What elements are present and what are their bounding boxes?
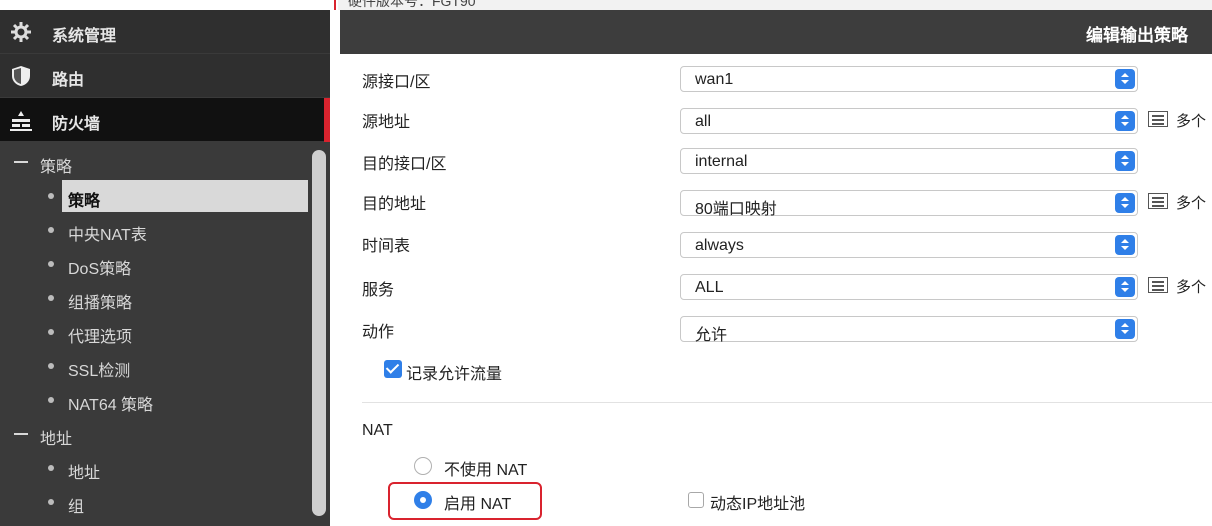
bullet-icon [48, 363, 54, 369]
select-value: all [695, 113, 712, 130]
sub-item-proxy-options[interactable]: 代理选项 [0, 316, 308, 350]
bullet-icon [48, 193, 54, 199]
select-value: 80端口映射 [695, 201, 777, 218]
no-nat-label: 不使用 NAT [444, 462, 528, 479]
sidebar: 系统管理 路由 防火墙 策略 策略 中央NAT表 DoS策略 组播策略 代理选项… [0, 10, 330, 526]
bullet-icon [48, 465, 54, 471]
nav-label: 系统管理 [52, 28, 117, 45]
bullet-icon [48, 295, 54, 301]
sub-item-central-nat[interactable]: 中央NAT表 [0, 214, 308, 248]
sub-label: 组播策略 [68, 295, 133, 312]
select-arrow-icon [1115, 277, 1135, 297]
top-accent-bar [334, 0, 336, 10]
sub-label: 策略 [68, 193, 101, 210]
bullet-icon [48, 499, 54, 505]
source-address-select[interactable]: all [680, 108, 1138, 134]
field-label-schedule: 时间表 [362, 238, 411, 255]
field-label-dest-address: 目的地址 [362, 196, 427, 213]
select-value: always [695, 237, 744, 254]
nav-router[interactable]: 路由 [0, 54, 330, 98]
select-arrow-icon [1115, 111, 1135, 131]
field-label-source-interface: 源接口/区 [362, 74, 431, 91]
sub-label: 组 [68, 499, 85, 516]
field-label-service: 服务 [362, 282, 395, 299]
nav-label: 防火墙 [52, 116, 101, 133]
sub-group-policy[interactable]: 策略 [0, 146, 308, 180]
dynamic-ip-pool-checkbox[interactable] [688, 492, 704, 508]
sub-label: NAT64 策略 [68, 397, 154, 414]
multi-label: 多个 [1176, 279, 1207, 296]
sub-item-address[interactable]: 地址 [0, 452, 308, 486]
select-arrow-icon [1115, 151, 1135, 171]
collapse-icon [14, 433, 28, 435]
schedule-select[interactable]: always [680, 232, 1138, 258]
sub-group-address[interactable]: 地址 [0, 418, 308, 452]
nav-firewall[interactable]: 防火墙 [0, 98, 330, 142]
list-icon [1148, 277, 1168, 293]
service-select[interactable]: ALL [680, 274, 1138, 300]
sub-label: SSL检测 [68, 363, 131, 380]
bullet-icon [48, 261, 54, 267]
field-label-source-address: 源地址 [362, 114, 411, 131]
log-allowed-checkbox[interactable] [384, 360, 402, 378]
dest-address-select[interactable]: 80端口映射 [680, 190, 1138, 218]
select-value: wan1 [695, 71, 734, 88]
page-title: 编辑输出策略 [1086, 26, 1188, 45]
list-icon [1148, 111, 1168, 127]
list-icon [1148, 193, 1168, 209]
top-strip: 硬件版本号：FGT90 [0, 0, 1212, 10]
multi-label: 多个 [1176, 195, 1207, 212]
sub-item-policy[interactable]: 策略 [0, 180, 308, 214]
select-value: 允许 [695, 327, 728, 344]
divider [362, 402, 1212, 403]
nav-label: 路由 [52, 72, 85, 89]
sub-label: 地址 [68, 465, 101, 482]
field-label-dest-interface: 目的接口/区 [362, 156, 447, 173]
select-value: ALL [695, 279, 724, 296]
sidebar-scrollbar[interactable] [312, 150, 326, 516]
enable-nat-label: 启用 NAT [444, 496, 512, 513]
header-bar: 编辑输出策略 [340, 10, 1212, 54]
select-arrow-icon [1115, 319, 1135, 339]
active-indicator [324, 98, 330, 142]
sub-item-multicast-policy[interactable]: 组播策略 [0, 282, 308, 316]
sub-item-nat64-policy[interactable]: NAT64 策略 [0, 384, 308, 418]
log-allowed-label: 记录允许流量 [406, 366, 503, 383]
bullet-icon [48, 329, 54, 335]
bullet-icon [48, 227, 54, 233]
shield-icon [12, 66, 30, 86]
main-panel: 编辑输出策略 源接口/区 wan1 源地址 all 多个 目的接口/区 inte… [340, 10, 1212, 526]
nav-system-admin[interactable]: 系统管理 [0, 10, 330, 54]
action-select[interactable]: 允许 [680, 316, 1138, 344]
sub-label: 地址 [40, 431, 73, 448]
sub-item-ssl-inspection[interactable]: SSL检测 [0, 350, 308, 384]
no-nat-radio[interactable] [414, 457, 432, 475]
firewall-icon [10, 111, 32, 131]
firewall-submenu: 策略 策略 中央NAT表 DoS策略 组播策略 代理选项 SSL检测 NAT64… [0, 142, 330, 526]
bullet-icon [48, 397, 54, 403]
sub-label: DoS策略 [68, 261, 132, 278]
source-interface-select[interactable]: wan1 [680, 66, 1138, 92]
field-label-action: 动作 [362, 324, 395, 341]
enable-nat-radio[interactable] [414, 491, 432, 509]
select-arrow-icon [1115, 235, 1135, 255]
multi-label: 多个 [1176, 113, 1207, 130]
sub-label: 策略 [40, 159, 73, 176]
dest-interface-select[interactable]: internal [680, 148, 1138, 174]
dynamic-ip-pool-label: 动态IP地址池 [710, 496, 806, 513]
select-arrow-icon [1115, 69, 1135, 89]
gear-icon [11, 22, 31, 42]
sub-label: 代理选项 [68, 329, 133, 346]
sub-item-group[interactable]: 组 [0, 486, 308, 520]
nat-section-title: NAT [362, 422, 393, 439]
select-arrow-icon [1115, 193, 1135, 213]
select-value: internal [695, 153, 748, 170]
sub-item-dos-policy[interactable]: DoS策略 [0, 248, 308, 282]
collapse-icon [14, 161, 28, 163]
sub-label: 中央NAT表 [68, 227, 147, 244]
